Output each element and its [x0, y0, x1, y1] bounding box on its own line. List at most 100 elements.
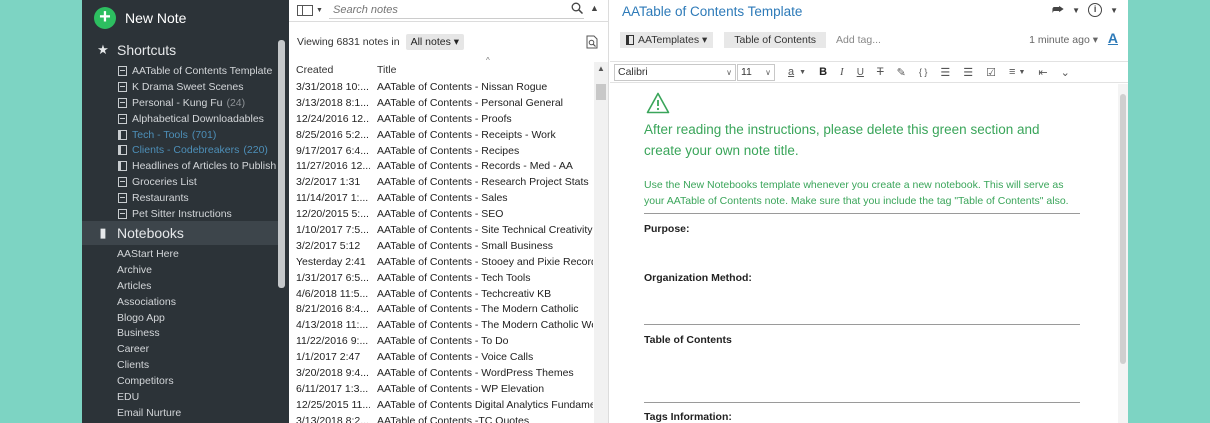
updated-time[interactable]: 1 minute ago ▾: [1029, 34, 1098, 46]
instruction-text: Use the New Notebooks template whenever …: [644, 179, 1069, 207]
code-block-icon[interactable]: { }: [919, 67, 928, 77]
more-options-icon[interactable]: ▼: [1110, 6, 1118, 15]
all-notes-filter[interactable]: All notes ▾: [405, 34, 465, 50]
shortcut-item[interactable]: Clients - Codebreakers (220): [82, 142, 278, 158]
viewing-count-text: Viewing 6831 notes in: [297, 36, 400, 48]
note-row[interactable]: 1/1/2017 2:47 AATable of Contents - Voice…: [289, 349, 593, 365]
sidebar-scrollbar[interactable]: [278, 40, 285, 288]
shortcut-item[interactable]: Alphabetical Downloadables: [82, 111, 278, 127]
notebook-selector[interactable]: AATemplates ▾: [620, 32, 714, 48]
notebook-item[interactable]: Associations: [82, 294, 278, 310]
shortcut-item[interactable]: Tech - Tools (701): [82, 127, 278, 143]
note-title: AATable of Contents Digital Analytics Fu…: [377, 398, 593, 411]
view-options-button[interactable]: ▼: [297, 5, 323, 16]
tag-chip[interactable]: Table of Contents: [724, 32, 826, 48]
shortcuts-header[interactable]: ★ Shortcuts: [82, 38, 278, 62]
note-row[interactable]: 11/14/2017 1:... AATable of Contents - Sa…: [289, 190, 593, 206]
note-title: AATable of Contents - Sales: [377, 192, 508, 205]
align-dropdown-icon[interactable]: ▼: [1018, 69, 1025, 76]
scroll-up-icon[interactable]: ▲: [597, 64, 605, 73]
shortcut-item[interactable]: Pet Sitter Instructions: [82, 206, 278, 222]
checkbox-icon[interactable]: ☑: [986, 66, 996, 79]
note-row[interactable]: 3/20/2018 9:4... AATable of Contents - Wo…: [289, 365, 593, 381]
shortcut-item[interactable]: K Drama Sweet Scenes: [82, 79, 278, 95]
notebook-item[interactable]: Email Nurture: [82, 405, 278, 421]
italic-icon[interactable]: I: [840, 66, 844, 78]
note-row[interactable]: 8/25/2016 5:2... AATable of Contents - Re…: [289, 127, 593, 143]
notebook-item[interactable]: Blogo App: [82, 310, 278, 326]
align-icon[interactable]: ≡: [1009, 66, 1015, 78]
note-row[interactable]: 3/2/2017 1:31 AATable of Contents - Resea…: [289, 174, 593, 190]
note-row[interactable]: 8/21/2016 8:4... AATable of Contents - Th…: [289, 301, 593, 317]
search-icon[interactable]: [571, 2, 583, 14]
notebook-item[interactable]: Clients: [82, 357, 278, 373]
notebooks-header[interactable]: ▮ Notebooks: [82, 221, 278, 245]
note-row[interactable]: 12/25/2015 11... AATable of Contents Digi…: [289, 397, 593, 413]
note-row[interactable]: 4/6/2018 11:5... AATable of Contents - Te…: [289, 286, 593, 302]
info-icon[interactable]: i: [1088, 3, 1103, 17]
bulleted-list-icon[interactable]: ☰: [940, 66, 950, 79]
shortcut-item[interactable]: Headlines of Articles to Publish: [82, 158, 278, 174]
note-row[interactable]: 3/13/2018 8:1... AATable of Contents - Pe…: [289, 95, 593, 111]
strikethrough-icon[interactable]: T: [877, 66, 884, 78]
note-body[interactable]: After reading the instructions, please d…: [610, 84, 1118, 423]
note-row[interactable]: 1/10/2017 7:5... AATable of Contents - Si…: [289, 222, 593, 238]
note-created: 3/2/2017 1:31: [296, 176, 361, 189]
shortcut-item[interactable]: AATable of Contents Template: [82, 63, 278, 79]
note-row[interactable]: 3/31/2018 10:... AATable of Contents - Ni…: [289, 79, 593, 95]
outdent-icon[interactable]: ⇤: [1038, 66, 1047, 79]
bold-icon[interactable]: B: [819, 66, 827, 78]
font-size-select[interactable]: 11 ∨: [737, 63, 775, 81]
note-row[interactable]: 9/17/2017 6:4... AATable of Contents - Re…: [289, 143, 593, 159]
text-color-icon[interactable]: a: [788, 66, 794, 78]
scroll-thumb[interactable]: [1120, 94, 1126, 364]
more-tools-icon[interactable]: ⌄: [1061, 66, 1070, 79]
highlight-icon[interactable]: ✎: [897, 66, 906, 79]
note-row[interactable]: Yesterday 2:41 AATable of Contents - Stoo…: [289, 254, 593, 270]
note-created: 3/13/2018 8:1...: [296, 96, 369, 109]
scroll-thumb[interactable]: [596, 84, 606, 100]
text-color-dropdown-icon[interactable]: ▼: [799, 69, 806, 76]
underline-icon[interactable]: U: [857, 67, 864, 78]
notebook-item[interactable]: Business: [82, 325, 278, 341]
add-tag-input[interactable]: Add tag...: [836, 34, 881, 46]
notebook-item[interactable]: Competitors: [82, 373, 278, 389]
column-title[interactable]: Title: [377, 64, 396, 76]
chevron-up-icon[interactable]: ▲: [590, 3, 599, 13]
shortcut-item[interactable]: Restaurants: [82, 190, 278, 206]
new-note-button[interactable]: + New Note: [94, 5, 186, 31]
note-title: AATable of Contents -TC Quotes: [377, 414, 530, 423]
notebook-item[interactable]: Archive: [82, 262, 278, 278]
note-body-scrollbar[interactable]: [1118, 84, 1128, 423]
note-icon: [118, 208, 127, 219]
search-input[interactable]: [329, 1, 584, 19]
note-title[interactable]: AATable of Contents Template: [622, 4, 802, 19]
notebook-item[interactable]: EDU: [82, 389, 278, 405]
column-created[interactable]: Created: [296, 64, 333, 76]
note-row[interactable]: 6/11/2017 1:3... AATable of Contents - WP…: [289, 381, 593, 397]
shortcut-item[interactable]: Groceries List: [82, 174, 278, 190]
divider: [644, 402, 1080, 403]
note-list-scrollbar[interactable]: ▲: [594, 62, 608, 423]
chevron-down-icon[interactable]: ▼: [1072, 6, 1080, 15]
share-icon[interactable]: ⮫: [1052, 2, 1064, 18]
find-in-notes-icon[interactable]: [585, 35, 599, 49]
note-row[interactable]: 11/22/2016 9:... AATable of Contents - To…: [289, 333, 593, 349]
note-created: 6/11/2017 1:3...: [296, 382, 369, 395]
notebook-item[interactable]: Career: [82, 341, 278, 357]
notebook-item[interactable]: Articles: [82, 278, 278, 294]
note-row[interactable]: 12/24/2016 12... AATable of Contents - Pr…: [289, 111, 593, 127]
note-row[interactable]: 1/31/2017 6:5... AATable of Contents - Te…: [289, 270, 593, 286]
notebook-item[interactable]: AAStart Here: [82, 246, 278, 262]
note-row[interactable]: 3/2/2017 5:12 AATable of Contents - Small…: [289, 238, 593, 254]
numbered-list-icon[interactable]: ☰: [963, 66, 973, 79]
note-row[interactable]: 12/20/2015 5:... AATable of Contents - SE…: [289, 206, 593, 222]
note-row[interactable]: 4/13/2018 11:... AATable of Contents - Th…: [289, 317, 593, 333]
font-family-select[interactable]: Calibri ∨: [614, 63, 736, 81]
shortcut-item[interactable]: Personal - Kung Fu (24): [82, 95, 278, 111]
font-color-icon[interactable]: A: [1108, 30, 1118, 46]
notebook-icon: [118, 145, 127, 156]
note-row[interactable]: 11/27/2016 12... AATable of Contents - Re…: [289, 158, 593, 174]
note-row[interactable]: 3/13/2018 8:2... AATable of Contents -TC …: [289, 413, 593, 423]
tags-info-label: Tags Information:: [644, 411, 732, 423]
